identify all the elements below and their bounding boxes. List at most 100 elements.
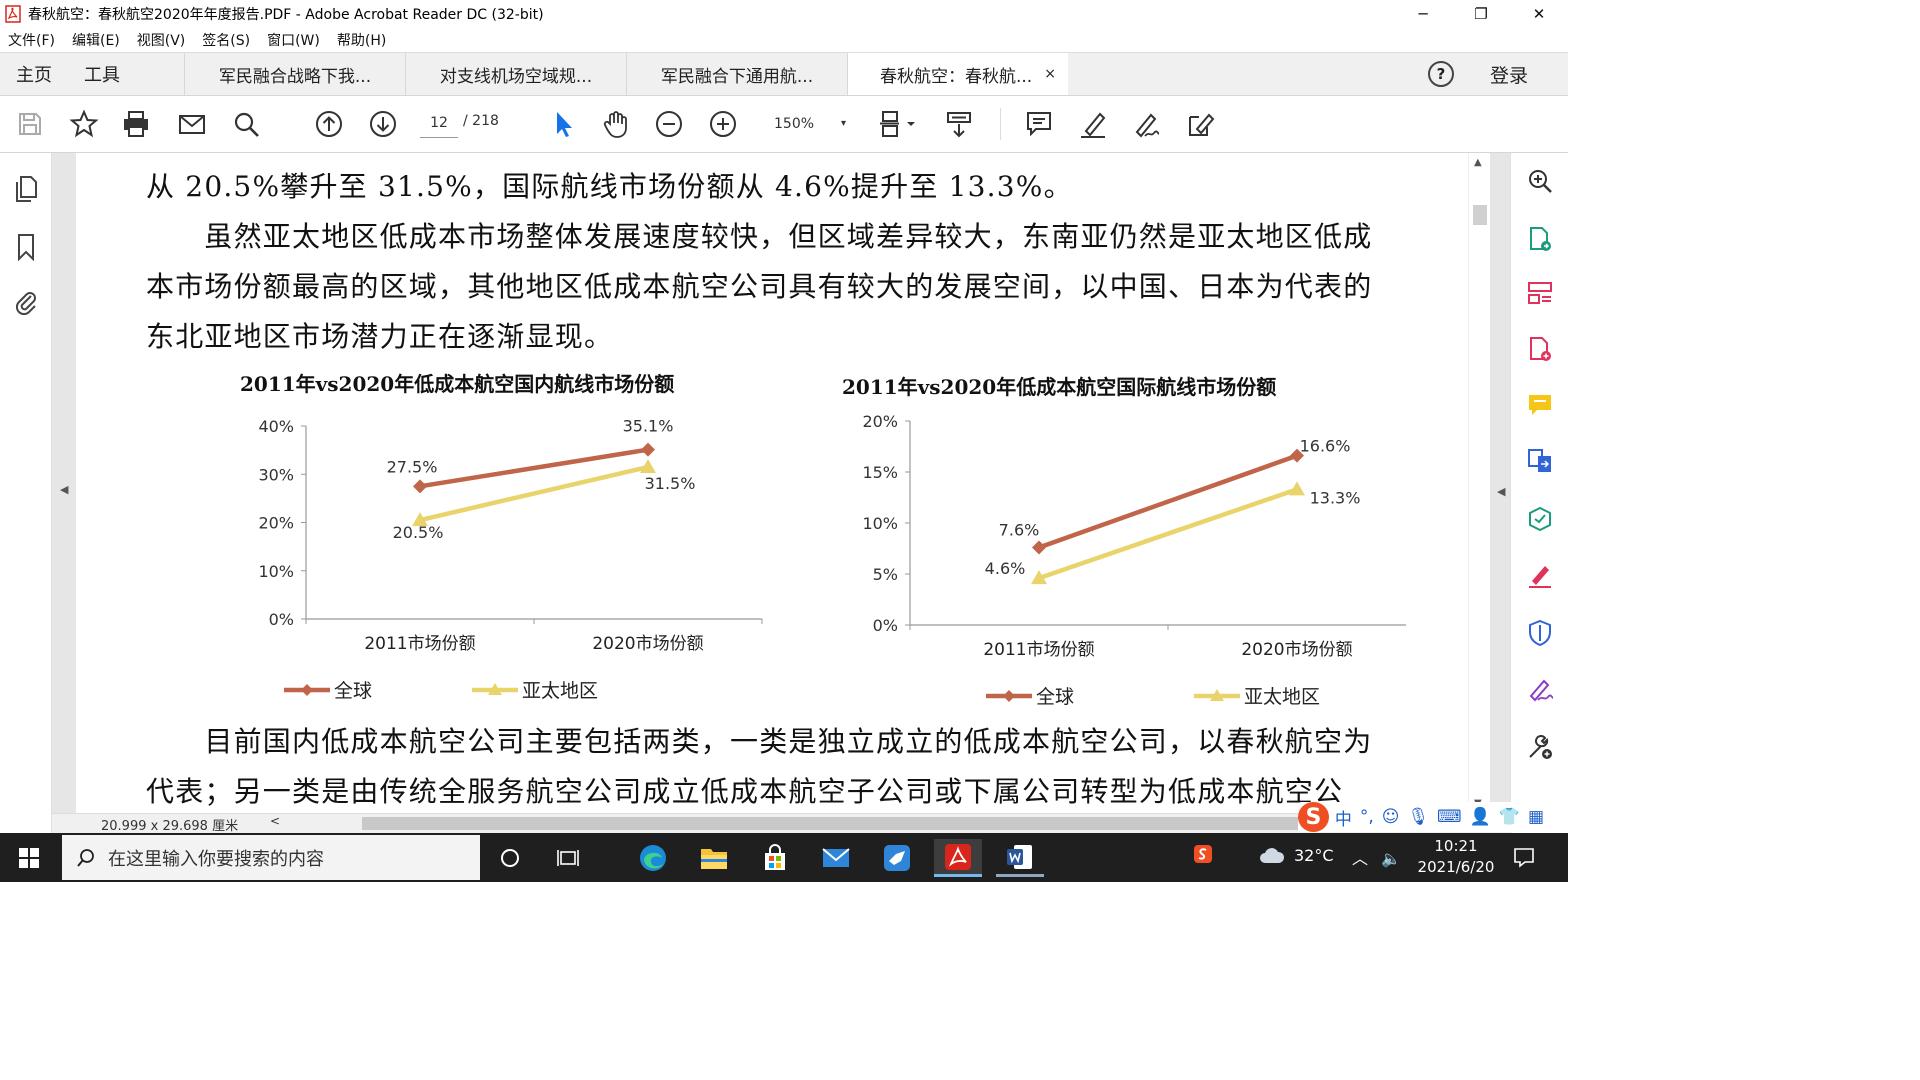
scroll-left-icon[interactable]: < — [270, 814, 280, 828]
create-pdf-icon[interactable] — [1524, 333, 1556, 365]
ime-mode[interactable]: 中 — [1335, 805, 1352, 830]
ime-punctuation[interactable]: °, — [1360, 807, 1374, 827]
ime-toolbar[interactable]: S 中 °, ☺ 🎙 ⌨ 👤 👕 ▦ — [1298, 802, 1552, 832]
edge-browser-icon[interactable] — [629, 839, 677, 877]
keyboard-icon[interactable]: ⌨ — [1437, 807, 1462, 827]
skin-icon[interactable]: 👕 — [1499, 807, 1520, 827]
vertical-scrollbar[interactable]: ▲ ▼ — [1468, 153, 1490, 813]
search-icon[interactable] — [228, 106, 264, 142]
data-label: 35.1% — [623, 417, 674, 436]
collapse-right-pane-icon[interactable]: ◀ — [1497, 485, 1505, 498]
star-icon[interactable] — [66, 106, 102, 142]
page-thumbnails-icon[interactable] — [10, 173, 42, 205]
data-point-triangle — [1289, 481, 1305, 496]
user-icon[interactable]: 👤 — [1470, 807, 1491, 827]
y-tick-label: 0% — [873, 616, 898, 635]
word-icon[interactable] — [996, 839, 1044, 877]
menu-file[interactable]: 文件(F) — [8, 30, 55, 50]
y-tick-label: 20% — [258, 514, 294, 533]
save-icon[interactable] — [12, 106, 48, 142]
grid-menu-icon[interactable]: ▦ — [1528, 807, 1544, 827]
bookmark-icon[interactable] — [10, 231, 42, 263]
export-pdf-icon[interactable] — [1524, 223, 1556, 255]
system-clock[interactable]: 10:21 2021/6/20 — [1410, 836, 1502, 878]
menu-help[interactable]: 帮助(H) — [337, 30, 386, 50]
fill-sign-icon[interactable] — [1182, 106, 1218, 142]
tab-tools[interactable]: 工具 — [68, 53, 136, 95]
weather-widget[interactable]: 32°C — [1258, 845, 1334, 865]
attachment-icon[interactable] — [10, 285, 42, 317]
sogou-tray-icon[interactable] — [1188, 835, 1218, 873]
menu-sign[interactable]: 签名(S) — [202, 30, 250, 50]
volume-icon[interactable]: 🔈 — [1381, 849, 1401, 868]
send-for-review-icon[interactable] — [1524, 503, 1556, 535]
acrobat-taskbar-icon[interactable] — [934, 839, 982, 877]
y-tick-label: 15% — [862, 463, 898, 482]
taskbar-search-box[interactable]: 在这里输入你要搜索的内容 — [62, 835, 480, 880]
doc-tab-active[interactable]: 春秋航空：春秋航... × — [847, 53, 1068, 95]
prev-page-icon[interactable] — [311, 106, 347, 142]
fill-and-sign-icon[interactable] — [1524, 559, 1556, 591]
zoom-select[interactable]: 150% ▾ — [762, 110, 854, 138]
mail-icon[interactable] — [812, 839, 860, 877]
highlight-pen-icon[interactable] — [1075, 106, 1111, 142]
microsoft-store-icon[interactable] — [751, 839, 799, 877]
login-button[interactable]: 登录 — [1490, 61, 1528, 88]
help-icon[interactable]: ? — [1427, 61, 1454, 87]
menu-window[interactable]: 窗口(W) — [267, 30, 320, 50]
close-window-button[interactable]: ✕ — [1510, 0, 1568, 28]
scroll-up-icon[interactable]: ▲ — [1474, 157, 1482, 168]
feishu-icon[interactable] — [873, 839, 921, 877]
doc-tab-2[interactable]: 对支线机场空域规... — [405, 53, 626, 95]
series-line-global — [419, 447, 649, 489]
tab-home[interactable]: 主页 — [0, 53, 68, 95]
legend-label: 亚太地区 — [1244, 686, 1320, 708]
scroll-mode-icon[interactable] — [941, 106, 977, 142]
system-tray[interactable]: ︿ 🔈 — [1352, 845, 1401, 869]
data-label: 20.5% — [393, 523, 444, 542]
comment-icon[interactable] — [1021, 106, 1057, 142]
maximize-button[interactable]: ❐ — [1452, 0, 1510, 28]
scrollbar-thumb[interactable] — [1473, 205, 1487, 225]
tray-chevron-up-icon[interactable]: ︿ — [1352, 849, 1368, 868]
microphone-icon[interactable]: 🎙 — [1407, 807, 1429, 827]
menu-edit[interactable]: 编辑(E) — [72, 30, 120, 50]
request-signature-icon[interactable] — [1524, 673, 1556, 705]
more-tools-icon[interactable] — [1524, 731, 1556, 763]
cortana-icon[interactable] — [486, 839, 534, 877]
emoji-icon[interactable]: ☺ — [1382, 807, 1400, 827]
select-cursor-icon[interactable] — [545, 106, 581, 142]
x-tick-label: 2020市场份额 — [1241, 640, 1352, 660]
comment-panel-icon[interactable] — [1524, 389, 1556, 421]
email-icon[interactable] — [174, 106, 210, 142]
hand-tool-icon[interactable] — [598, 106, 634, 142]
zoom-search-icon[interactable] — [1524, 165, 1556, 197]
windows-start-icon[interactable] — [0, 833, 58, 882]
next-page-icon[interactable] — [365, 106, 401, 142]
zoom-out-icon[interactable] — [651, 106, 687, 142]
legend-marker — [1003, 690, 1015, 702]
sign-icon[interactable] — [1128, 106, 1164, 142]
task-view-icon[interactable] — [544, 839, 592, 877]
notification-icon[interactable] — [1512, 845, 1536, 873]
combine-files-icon[interactable] — [1524, 445, 1556, 477]
zoom-in-icon[interactable] — [705, 106, 741, 142]
collapse-left-pane-icon[interactable]: ◀ — [60, 483, 68, 496]
document-viewer[interactable]: ◀ 从 20.5%攀升至 31.5%，国际航线市场份额从 4.6%提升至 13.… — [52, 153, 1510, 813]
doc-tab-1[interactable]: 军民融合战略下我... — [184, 53, 405, 95]
sogou-logo-icon[interactable]: S — [1298, 802, 1329, 832]
data-label: 13.3% — [1310, 488, 1361, 507]
protect-icon[interactable] — [1524, 617, 1556, 649]
close-tab-icon[interactable]: × — [1044, 66, 1056, 82]
page-layout-icon[interactable] — [872, 106, 922, 142]
organize-pages-icon[interactable] — [1524, 277, 1556, 309]
paragraph-line-6: 代表；另一类是由传统全服务航空公司成立低成本航空子公司或下属公司转型为低成本航空… — [146, 775, 1344, 808]
doc-tab-3[interactable]: 军民融合下通用航... — [626, 53, 847, 95]
minimize-button[interactable]: ─ — [1394, 0, 1452, 28]
menu-view[interactable]: 视图(V) — [137, 30, 186, 50]
legend-label: 亚太地区 — [522, 680, 598, 702]
file-explorer-icon[interactable] — [690, 839, 738, 877]
print-icon[interactable] — [118, 106, 154, 142]
page-number-input[interactable]: 12 — [420, 108, 458, 138]
horizontal-scrollbar-thumb[interactable] — [362, 817, 1452, 830]
